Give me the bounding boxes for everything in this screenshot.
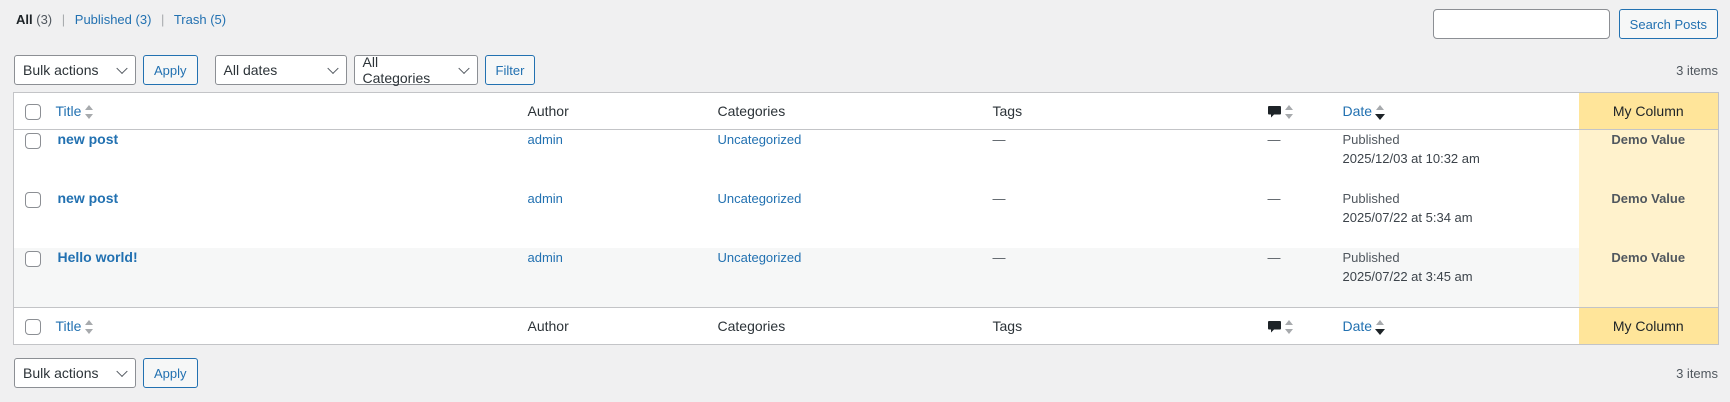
comments-value: —: [1267, 190, 1281, 206]
items-count: 3 items: [1676, 62, 1718, 78]
row-checkbox[interactable]: [25, 251, 41, 268]
search-input[interactable]: [1432, 9, 1610, 39]
comment-icon: [1267, 106, 1281, 118]
view-links: All (3) | Published (3) | Trash (5): [16, 12, 226, 28]
tags-value: —: [992, 190, 1006, 206]
items-count: 3 items: [1676, 365, 1718, 381]
column-comments[interactable]: [1267, 93, 1343, 130]
table-row: new post admin Uncategorized — — Publish…: [14, 188, 1719, 249]
column-title[interactable]: Title: [56, 307, 528, 344]
apply-button[interactable]: Apply: [143, 358, 198, 388]
chevron-down-icon: [116, 62, 128, 75]
tablenav-top: Bulk actions Apply All dates All Categor…: [14, 54, 1718, 86]
view-all[interactable]: All (3): [16, 12, 52, 27]
post-title-link[interactable]: Hello world!: [58, 249, 138, 265]
sort-desc-icon: [1375, 105, 1386, 121]
categories-filter-select[interactable]: All Categories: [353, 54, 478, 86]
table-row: Hello world! admin Uncategorized — — Pub…: [13, 248, 1719, 308]
chevron-down-icon: [326, 62, 339, 75]
author-link[interactable]: admin: [528, 191, 563, 206]
sort-icon: [85, 320, 94, 335]
bulk-actions-select[interactable]: Bulk actions: [14, 358, 136, 388]
sort-icon: [1284, 105, 1293, 120]
column-author: Author: [527, 317, 569, 334]
tags-value: —: [992, 132, 1006, 147]
column-date[interactable]: Date: [1343, 93, 1579, 130]
select-all-cell: [14, 93, 56, 130]
search-box: Search Posts: [1432, 9, 1718, 39]
tags-value: —: [992, 250, 1006, 266]
table-footer-row: Title Author Categories Tags Date My Col…: [13, 307, 1719, 345]
date-status: Published: [1342, 250, 1400, 266]
apply-button[interactable]: Apply: [143, 55, 198, 85]
sort-desc-icon: [1375, 320, 1386, 336]
column-my-column: My Column: [1578, 307, 1719, 345]
author-link[interactable]: admin: [528, 250, 563, 265]
bulk-actions-select[interactable]: Bulk actions: [14, 55, 136, 85]
post-title-link[interactable]: new post: [58, 131, 119, 147]
column-title[interactable]: Title: [56, 93, 528, 130]
column-categories: Categories: [717, 317, 786, 334]
table-header-row: Title Author Categories Tags Date My Col…: [13, 92, 1719, 130]
my-column-value: Demo Value: [1611, 132, 1686, 147]
post-title-link[interactable]: new post: [58, 190, 119, 206]
category-link[interactable]: Uncategorized: [718, 250, 802, 265]
author-link[interactable]: admin: [528, 132, 563, 147]
column-tags: Tags: [992, 103, 1023, 119]
comments-value: —: [1267, 250, 1281, 266]
row-checkbox[interactable]: [25, 191, 41, 208]
my-column-value: Demo Value: [1611, 190, 1686, 206]
search-posts-button[interactable]: Search Posts: [1618, 9, 1718, 39]
category-link[interactable]: Uncategorized: [718, 191, 802, 206]
filter-button[interactable]: Filter: [484, 55, 536, 85]
column-tags: Tags: [992, 317, 1023, 334]
table-row: new post admin Uncategorized — — Publish…: [14, 129, 1719, 189]
column-categories: Categories: [717, 103, 786, 119]
posts-table: Title Author Categories Tags Date My Col…: [13, 92, 1719, 345]
date-status: Published: [1342, 132, 1400, 147]
column-author: Author: [527, 103, 569, 119]
row-checkbox[interactable]: [25, 133, 41, 150]
column-date[interactable]: Date: [1343, 307, 1579, 344]
comments-value: —: [1267, 132, 1281, 147]
category-link[interactable]: Uncategorized: [718, 132, 802, 147]
select-all-cell: [14, 307, 56, 344]
chevron-down-icon: [116, 365, 128, 378]
chevron-down-icon: [457, 62, 470, 75]
view-separator: |: [161, 12, 165, 27]
select-all-checkbox[interactable]: [25, 318, 41, 335]
view-published[interactable]: Published (3): [75, 12, 152, 27]
view-separator: |: [61, 12, 66, 27]
column-comments[interactable]: [1267, 307, 1343, 344]
date-value: 2025/07/22 at 3:45 am: [1342, 269, 1473, 285]
date-status: Published: [1342, 190, 1400, 206]
dates-filter-select[interactable]: All dates: [214, 55, 347, 85]
column-my-column: My Column: [1578, 92, 1719, 130]
view-trash[interactable]: Trash (5): [174, 12, 226, 27]
my-column-value: Demo Value: [1611, 250, 1686, 266]
tablenav-bottom: Bulk actions Apply 3 items: [14, 358, 1718, 388]
select-all-checkbox[interactable]: [25, 103, 41, 120]
comment-icon: [1267, 321, 1281, 333]
sort-icon: [1284, 320, 1293, 335]
date-value: 2025/12/03 at 10:32 am: [1342, 151, 1480, 166]
sort-icon: [85, 105, 94, 120]
date-value: 2025/07/22 at 5:34 am: [1342, 209, 1473, 225]
